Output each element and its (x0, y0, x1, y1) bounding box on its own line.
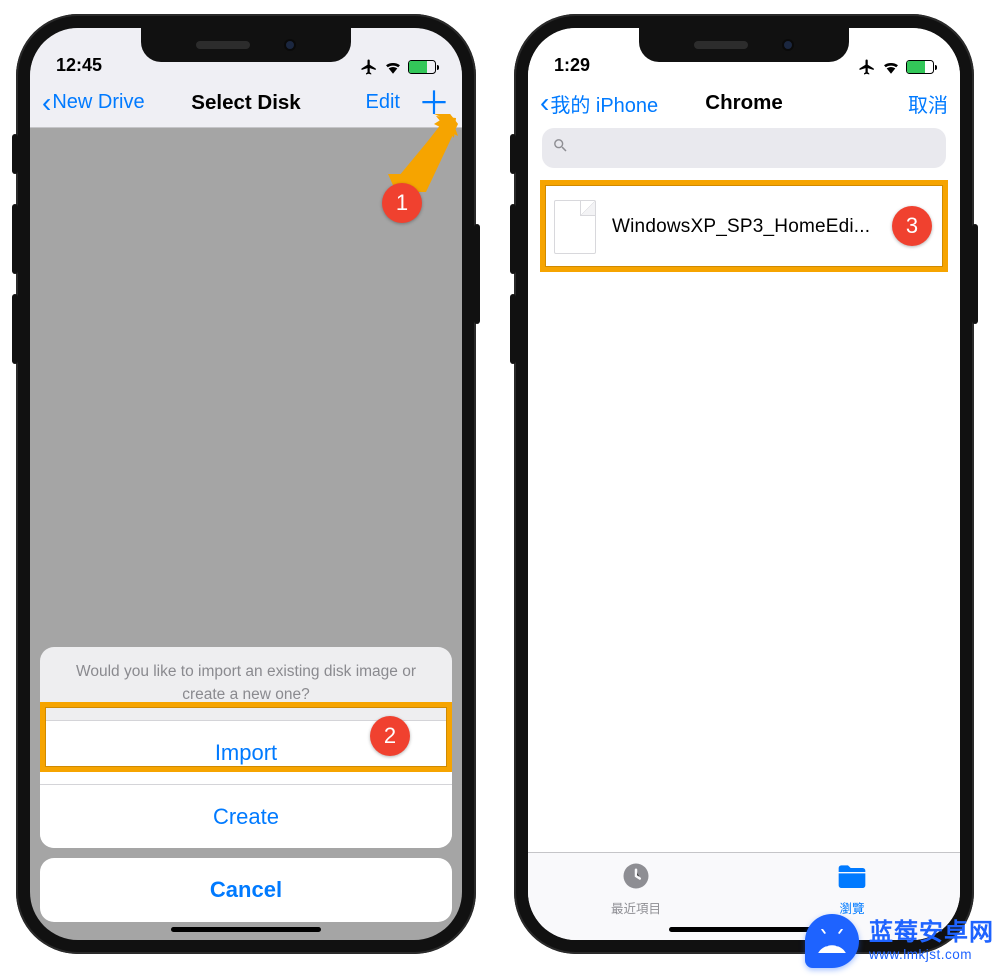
watermark: 蓝莓安卓网 www.lmkjst.com (805, 914, 994, 968)
cancel-button[interactable]: Cancel (40, 858, 452, 922)
home-indicator[interactable] (171, 927, 321, 932)
back-label: 我的 iPhone (550, 89, 658, 118)
folder-icon (836, 861, 868, 894)
cancel-label: Cancel (210, 877, 282, 903)
arrow-icon (392, 114, 458, 190)
notch (141, 28, 351, 62)
status-time: 1:29 (554, 55, 590, 76)
airplane-mode-icon (858, 58, 876, 76)
file-icon (554, 200, 596, 254)
watermark-logo-icon (805, 914, 859, 968)
battery-icon (906, 60, 934, 74)
status-time: 12:45 (56, 55, 102, 76)
annotation-badge-2: 2 (370, 716, 410, 756)
action-sheet: Would you like to import an existing dis… (40, 647, 452, 922)
airplane-mode-icon (360, 58, 378, 76)
action-sheet-message: Would you like to import an existing dis… (40, 647, 452, 720)
tab-recents-label: 最近項目 (611, 898, 661, 917)
chevron-left-icon: ‹ (540, 89, 549, 117)
wifi-icon (384, 60, 402, 74)
phone-left: 12:45 ‹ New Drive Select Disk (16, 14, 476, 954)
back-label: New Drive (52, 91, 144, 114)
create-label: Create (213, 804, 279, 830)
screen-right: 1:29 ‹ 我的 iPhone Chrome (528, 28, 960, 940)
edit-button[interactable]: Edit (366, 91, 400, 114)
nav-bar: ‹ 我的 iPhone Chrome 取消 (528, 78, 960, 128)
back-button[interactable]: ‹ 我的 iPhone (540, 89, 658, 118)
cancel-button[interactable]: 取消 (908, 89, 948, 118)
back-button[interactable]: ‹ New Drive (42, 89, 145, 117)
watermark-title: 蓝莓安卓网 (869, 919, 994, 947)
watermark-url: www.lmkjst.com (869, 947, 994, 963)
file-row[interactable]: WindowsXP_SP3_HomeEdi... (542, 186, 946, 268)
annotation-badge-1: 1 (382, 183, 422, 223)
search-bar[interactable] (542, 128, 946, 168)
search-icon (552, 137, 569, 159)
clock-icon (621, 861, 651, 894)
annotation-badge-3: 3 (892, 206, 932, 246)
import-label: Import (215, 740, 277, 766)
create-button[interactable]: Create (40, 784, 452, 848)
wifi-icon (882, 60, 900, 74)
home-indicator[interactable] (669, 927, 819, 932)
phone-right: 1:29 ‹ 我的 iPhone Chrome (514, 14, 974, 954)
chevron-left-icon: ‹ (42, 89, 51, 117)
file-name: WindowsXP_SP3_HomeEdi... (612, 216, 870, 238)
screen-left: 12:45 ‹ New Drive Select Disk (30, 28, 462, 940)
search-input[interactable] (575, 137, 936, 160)
battery-icon (408, 60, 436, 74)
notch (639, 28, 849, 62)
